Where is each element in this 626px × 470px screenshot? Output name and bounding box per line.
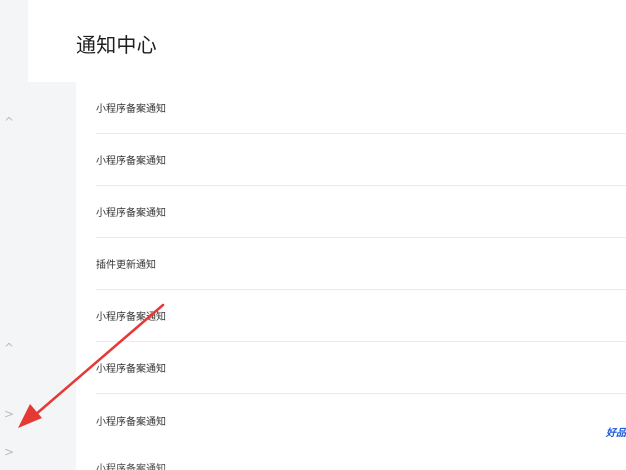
right-edge-text: 好品: [606, 428, 626, 439]
notification-list: 小程序备案通知 小程序备案通知 小程序备案通知 插件更新通知 小程序备案通知 小…: [96, 82, 626, 446]
left-rail: ^ ^ > >: [0, 0, 28, 470]
app-window: ^ ^ > > 通知中心 小程序备案通知 小程序备案通知 小程序备案通知 插件更…: [0, 0, 626, 470]
notification-item[interactable]: 小程序备案通知: [96, 290, 626, 342]
chevron-up-icon[interactable]: ^: [3, 116, 15, 128]
notification-item[interactable]: 插件更新通知: [96, 238, 626, 290]
notification-item[interactable]: 小程序备案通知: [96, 186, 626, 238]
chevron-right-icon[interactable]: >: [3, 446, 15, 458]
chevron-right-icon[interactable]: >: [3, 408, 15, 420]
notification-item[interactable]: 小程序备案通知: [96, 394, 626, 446]
notification-item[interactable]: 小程序备案通知: [96, 342, 626, 394]
page-header: 通知中心: [28, 0, 626, 82]
notification-item[interactable]: 小程序备案通知: [96, 82, 626, 134]
page-title: 通知中心: [76, 33, 157, 57]
chevron-up-icon[interactable]: ^: [3, 342, 15, 354]
partial-notification-item: 小程序备案通知: [96, 464, 166, 470]
notification-panel: 小程序备案通知 小程序备案通知 小程序备案通知 插件更新通知 小程序备案通知 小…: [76, 82, 626, 470]
notification-item[interactable]: 小程序备案通知: [96, 134, 626, 186]
